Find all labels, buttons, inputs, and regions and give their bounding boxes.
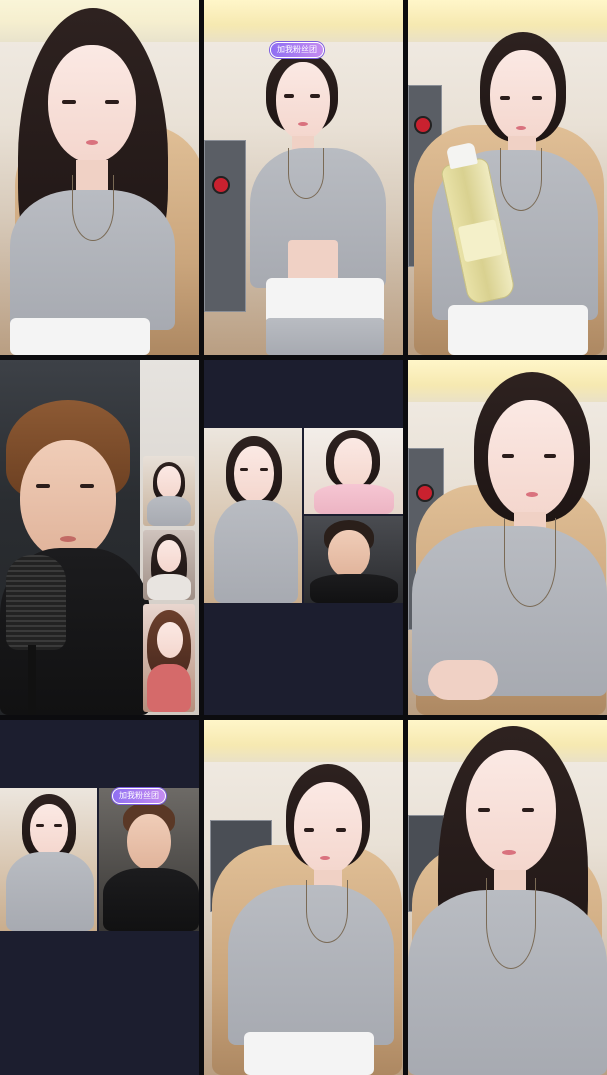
video-tile-2[interactable]: 加我粉丝团 <box>204 0 403 355</box>
video-grid: 加我粉丝团 加我粉丝团 <box>0 0 607 1075</box>
multi-guest-3[interactable] <box>304 516 403 603</box>
multi-guest-2[interactable] <box>304 428 403 514</box>
microphone-icon <box>6 555 66 650</box>
video-tile-5[interactable] <box>204 360 403 715</box>
video-tile-1[interactable] <box>0 0 199 355</box>
streamer-figure <box>0 0 199 355</box>
streamer-figure <box>408 720 607 1075</box>
multi-guest-main[interactable] <box>204 428 302 603</box>
video-tile-8[interactable] <box>204 720 403 1075</box>
pk-guest-left[interactable] <box>0 788 97 931</box>
fan-club-badge[interactable]: 加我粉丝团 <box>112 788 166 804</box>
video-tile-7[interactable]: 加我粉丝团 <box>0 720 199 1075</box>
video-tile-4[interactable] <box>0 360 199 715</box>
mic-stand <box>28 645 36 715</box>
streamer-figure <box>408 360 607 715</box>
video-tile-9[interactable] <box>408 720 607 1075</box>
video-tile-3[interactable] <box>408 0 607 355</box>
guest-thumbnail-2[interactable] <box>143 530 195 600</box>
pk-guest-right[interactable] <box>99 788 199 931</box>
streamer-figure <box>408 0 607 355</box>
video-tile-6[interactable] <box>408 360 607 715</box>
fan-club-badge[interactable]: 加我粉丝团 <box>270 42 324 58</box>
streamer-figure <box>204 720 403 1075</box>
guest-thumbnail-1[interactable] <box>143 456 195 526</box>
guest-thumbnail-3[interactable] <box>143 604 195 712</box>
